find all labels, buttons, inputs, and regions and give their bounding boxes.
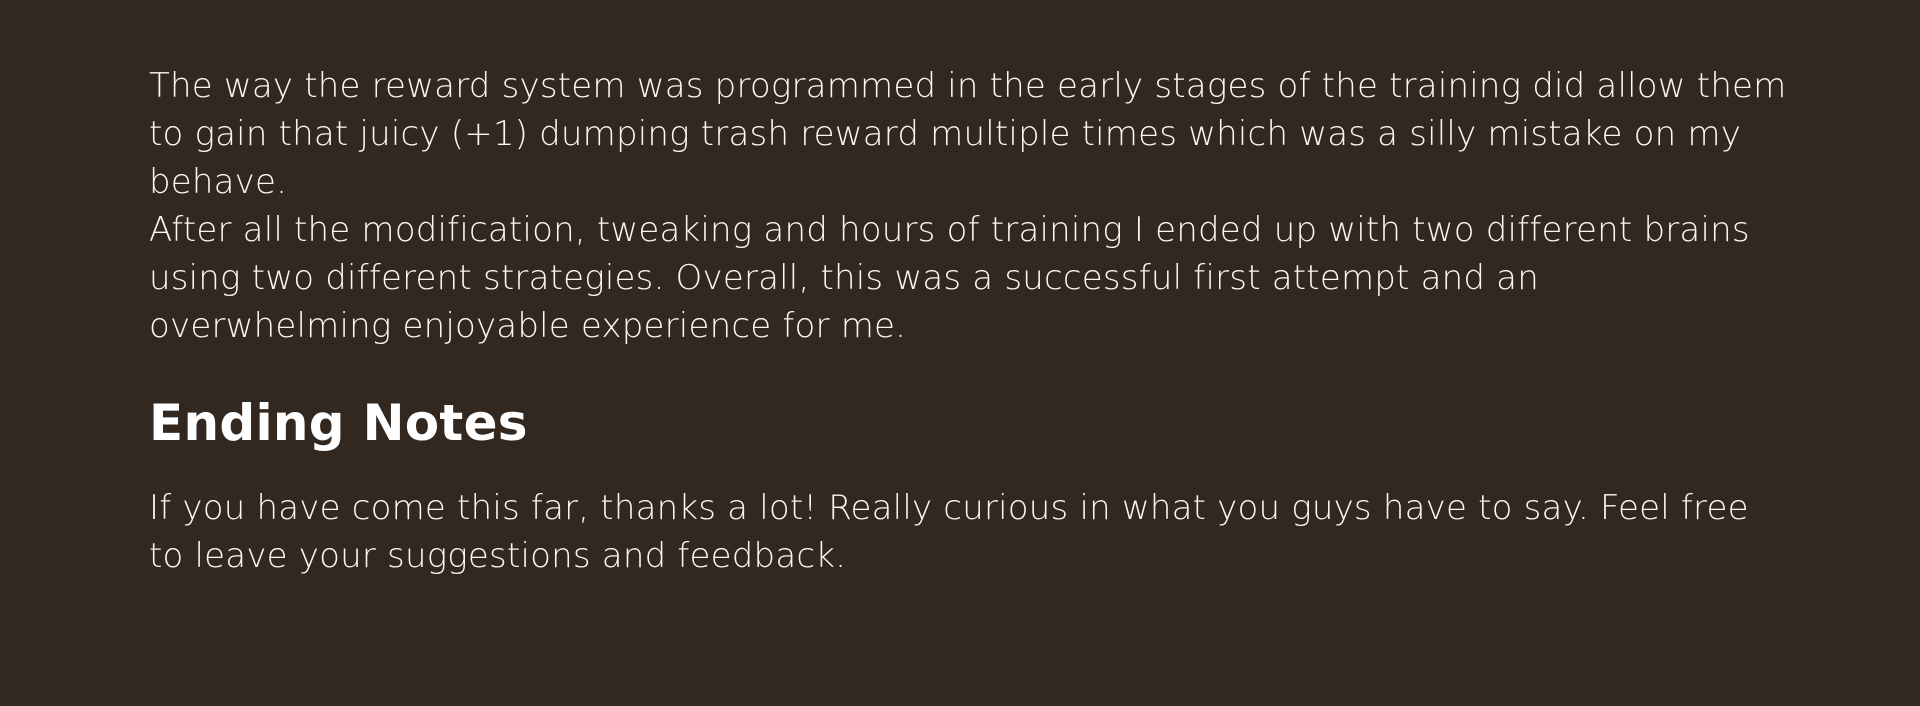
section-heading-ending-notes: Ending Notes <box>149 394 528 452</box>
paragraph-reward-system: The way the reward system was programmed… <box>149 66 1787 202</box>
paragraph-training-results: After all the modification, tweaking and… <box>149 210 1750 346</box>
article-body: The way the reward system was programmed… <box>149 62 1789 580</box>
paragraph-ending-notes: If you have come this far, thanks a lot!… <box>149 488 1749 576</box>
